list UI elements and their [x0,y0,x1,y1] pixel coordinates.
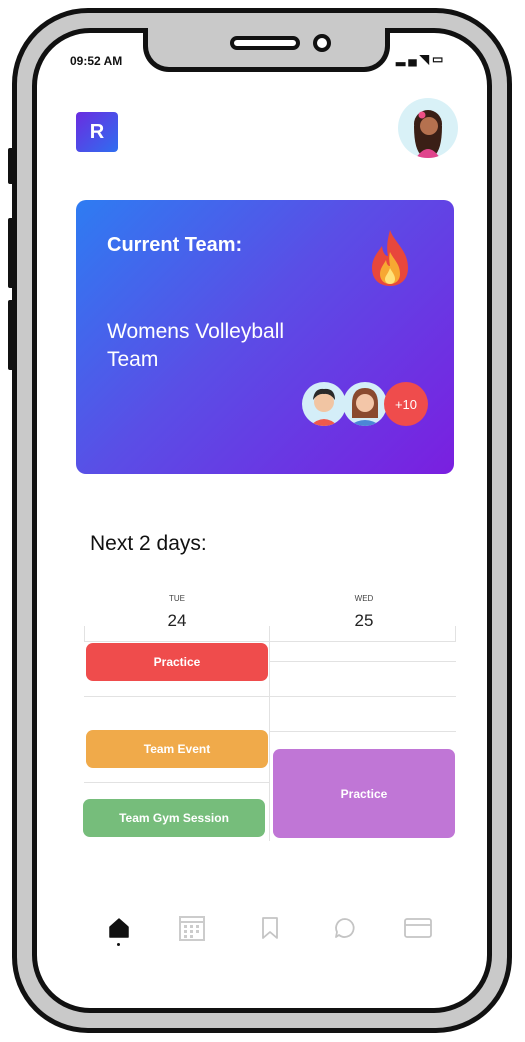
wifi-icon: ◥ [419,52,432,66]
app-logo[interactable]: R [76,112,118,152]
member-avatar [343,382,387,426]
chat-icon[interactable] [330,913,360,943]
grid-line [84,782,270,783]
event-practice[interactable]: Practice [86,643,268,681]
schedule-title: Next 2 days: [90,532,207,555]
notch [143,28,390,72]
flame-icon [372,230,408,286]
more-members-badge[interactable]: +10 [384,382,428,426]
team-name: Womens Volleyball Team [107,320,285,371]
grid-line [84,696,456,697]
day-name: TUE [169,594,185,603]
signal-icon: ▂▄ [396,52,420,66]
bookmark-glyph [262,917,278,939]
home-icon[interactable] [104,913,134,943]
grid-line [84,626,85,642]
card-title: Current Team: [107,234,243,256]
card-glyph [404,918,432,938]
member-illustration [349,388,381,426]
user-avatar[interactable] [398,98,458,158]
event-team-event[interactable]: Team Event [86,730,268,768]
logo-letter: R [89,120,105,143]
grid-line [455,626,456,642]
side-button [8,300,15,370]
grid-line [270,731,456,732]
member-avatar [302,382,346,426]
grid-line [270,661,456,662]
chat-glyph [335,918,355,938]
member-illustration [310,388,338,426]
active-indicator [117,943,120,946]
phone-screen [32,28,492,1013]
avatar-illustration [414,110,442,158]
status-time: 09:52 AM [70,54,123,68]
status-icons: ▂▄◥▭ [396,52,446,66]
grid-line [269,626,270,841]
card-icon[interactable] [403,913,433,943]
side-button [8,218,15,288]
grid-line [84,641,456,642]
event-practice-wed[interactable]: Practice [273,749,455,838]
camera [313,34,331,52]
home-glyph [109,918,129,938]
bookmark-icon[interactable] [255,913,285,943]
day-date: 24 [167,611,187,630]
calendar-icon[interactable] [177,913,207,943]
event-team-gym-session[interactable]: Team Gym Session [83,799,265,837]
day-date: 25 [354,611,374,630]
battery-icon: ▭ [431,52,447,66]
day-name: WED [354,594,374,603]
speaker [230,36,300,50]
calendar-glyph [179,916,205,941]
side-button [8,148,15,184]
